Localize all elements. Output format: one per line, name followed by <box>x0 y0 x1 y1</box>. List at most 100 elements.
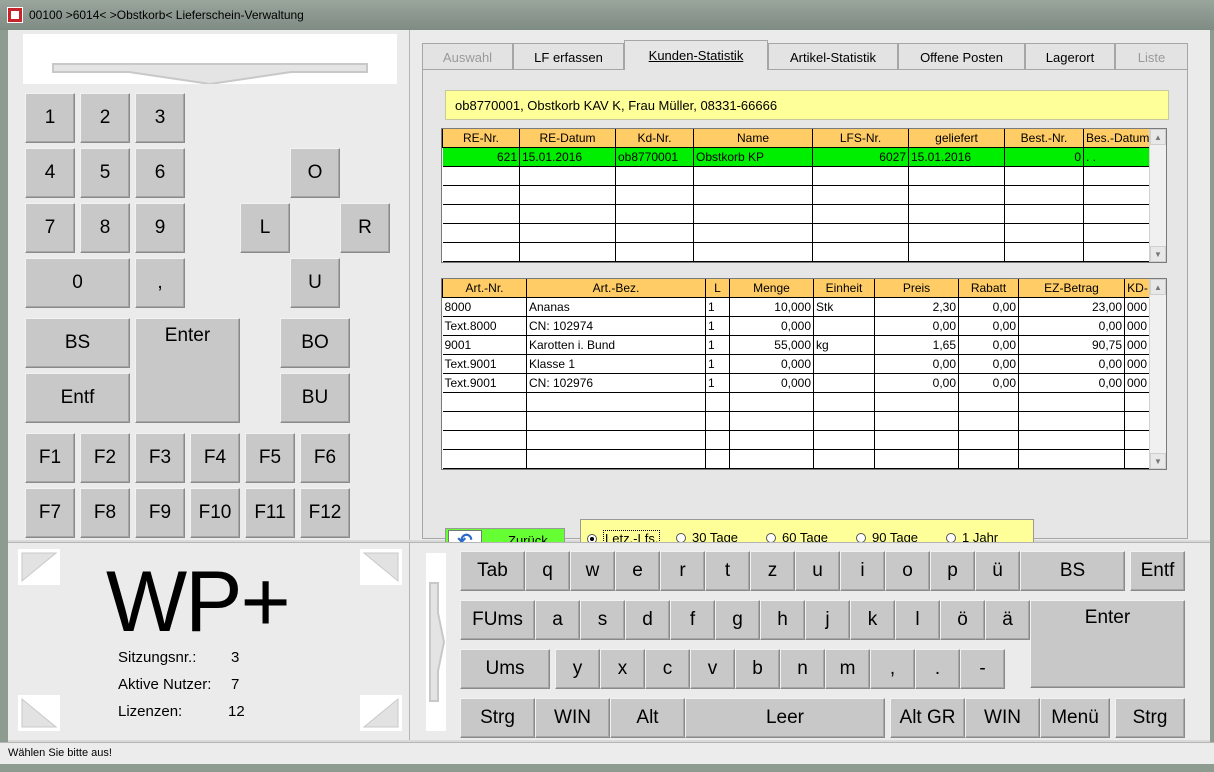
table-row[interactable]: Text.9001 Klasse 1 1 0,000 0,00 0,00 0,00 000 <box>442 354 1151 374</box>
scroll-up-icon[interactable]: ▲ <box>1150 129 1166 145</box>
key-x[interactable]: x <box>600 649 645 689</box>
key-q[interactable]: q <box>525 551 570 591</box>
key-bo[interactable]: BO <box>280 318 350 368</box>
invoice-grid[interactable]: RE-Nr. RE-Datum Kd-Nr. Name LFS-Nr. geliefert… <box>441 128 1167 263</box>
key-comma[interactable]: , <box>135 258 185 308</box>
tab-liste[interactable]: Liste <box>1115 43 1188 70</box>
article-column-header[interactable]: Rabatt <box>958 279 1019 298</box>
table-row[interactable] <box>442 242 1151 262</box>
key-9[interactable]: 9 <box>135 203 185 253</box>
table-row[interactable] <box>442 392 1151 412</box>
key-z[interactable]: z <box>750 551 795 591</box>
article-column-header[interactable]: L <box>705 279 730 298</box>
key-f[interactable]: f <box>670 600 715 640</box>
key-h[interactable]: h <box>760 600 805 640</box>
corner-top-right-icon[interactable] <box>360 549 402 585</box>
key-l[interactable]: L <box>240 203 290 253</box>
key-f7[interactable]: F7 <box>25 488 75 538</box>
key-strg-left[interactable]: Strg <box>460 698 535 738</box>
table-row[interactable] <box>442 185 1151 205</box>
key-o-letter[interactable]: o <box>885 551 930 591</box>
tab-artikel-statistik[interactable]: Artikel-Statistik <box>768 43 898 70</box>
invoice-column-header[interactable]: Kd-Nr. <box>615 129 694 148</box>
key-entf-kbd[interactable]: Entf <box>1130 551 1185 591</box>
corner-bottom-right-icon[interactable] <box>360 695 402 731</box>
key-u[interactable]: U <box>290 258 340 308</box>
key-space[interactable]: Leer <box>685 698 885 738</box>
key-a[interactable]: a <box>535 600 580 640</box>
invoice-column-header[interactable]: Bes.-Datum <box>1083 129 1151 148</box>
key-minus[interactable]: - <box>960 649 1005 689</box>
key-8[interactable]: 8 <box>80 203 130 253</box>
key-l-letter[interactable]: l <box>895 600 940 640</box>
key-backspace[interactable]: BS <box>25 318 130 368</box>
table-row[interactable]: 9001 Karotten i. Bund 1 55,000 kg 1,65 0,00 90,… <box>442 335 1151 355</box>
corner-top-left-icon[interactable] <box>18 549 60 585</box>
key-f12[interactable]: F12 <box>300 488 350 538</box>
key-3[interactable]: 3 <box>135 93 185 143</box>
key-g[interactable]: g <box>715 600 760 640</box>
key-f8[interactable]: F8 <box>80 488 130 538</box>
table-row[interactable]: Text.8000 CN: 102974 1 0,000 0,00 0,00 0,00 000 <box>442 316 1151 336</box>
article-column-header[interactable]: EZ-Betrag <box>1018 279 1125 298</box>
invoice-grid-scrollbar[interactable]: ▲ ▼ <box>1149 129 1166 262</box>
key-comma-kbd[interactable]: , <box>870 649 915 689</box>
scroll-down-icon[interactable]: ▼ <box>1150 453 1166 469</box>
key-e[interactable]: e <box>615 551 660 591</box>
key-v[interactable]: v <box>690 649 735 689</box>
key-r-letter[interactable]: r <box>660 551 705 591</box>
key-f6[interactable]: F6 <box>300 433 350 483</box>
key-menu[interactable]: Menü <box>1040 698 1110 738</box>
scroll-down-icon[interactable]: ▼ <box>1150 246 1166 262</box>
key-n[interactable]: n <box>780 649 825 689</box>
key-win-left[interactable]: WIN <box>535 698 610 738</box>
article-grid[interactable]: Art.-Nr. Art.-Bez. L Menge Einheit Preis Rabat… <box>441 278 1167 470</box>
key-k[interactable]: k <box>850 600 895 640</box>
key-u-letter[interactable]: u <box>795 551 840 591</box>
key-alt[interactable]: Alt <box>610 698 685 738</box>
key-2[interactable]: 2 <box>80 93 130 143</box>
key-win-right[interactable]: WIN <box>965 698 1040 738</box>
article-column-header[interactable]: Preis <box>874 279 959 298</box>
table-row[interactable] <box>442 430 1151 450</box>
key-ue[interactable]: ü <box>975 551 1020 591</box>
key-1[interactable]: 1 <box>25 93 75 143</box>
key-f10[interactable]: F10 <box>190 488 240 538</box>
table-row[interactable] <box>442 166 1151 186</box>
key-f3[interactable]: F3 <box>135 433 185 483</box>
key-o[interactable]: O <box>290 148 340 198</box>
down-arrow-icon[interactable] <box>23 34 397 86</box>
key-s[interactable]: s <box>580 600 625 640</box>
key-f11[interactable]: F11 <box>245 488 295 538</box>
key-f9[interactable]: F9 <box>135 488 185 538</box>
key-period[interactable]: . <box>915 649 960 689</box>
right-arrow-icon[interactable] <box>426 553 446 731</box>
article-column-header[interactable]: Menge <box>729 279 814 298</box>
key-f4[interactable]: F4 <box>190 433 240 483</box>
table-row[interactable] <box>442 449 1151 469</box>
key-f2[interactable]: F2 <box>80 433 130 483</box>
key-backspace-kbd[interactable]: BS <box>1020 551 1125 591</box>
key-bu[interactable]: BU <box>280 373 350 423</box>
invoice-column-header[interactable]: RE-Nr. <box>442 129 520 148</box>
key-b[interactable]: b <box>735 649 780 689</box>
key-tab[interactable]: Tab <box>460 551 525 591</box>
article-column-header[interactable]: Art.-Bez. <box>526 279 706 298</box>
article-column-header[interactable]: KD- <box>1124 279 1151 298</box>
key-4[interactable]: 4 <box>25 148 75 198</box>
tab-kunden-statistik[interactable]: Kunden-Statistik <box>624 40 768 70</box>
table-row[interactable]: 8000 Ananas 1 10,000 Stk 2,30 0,00 23,00 000 <box>442 297 1151 317</box>
key-m[interactable]: m <box>825 649 870 689</box>
table-row[interactable] <box>442 223 1151 243</box>
key-fums[interactable]: FUms <box>460 600 535 640</box>
key-7[interactable]: 7 <box>25 203 75 253</box>
invoice-column-header[interactable]: LFS-Nr. <box>812 129 909 148</box>
key-entf[interactable]: Entf <box>25 373 130 423</box>
key-enter-kbd[interactable]: Enter <box>1030 600 1185 688</box>
tab-lf-erfassen[interactable]: LF erfassen <box>513 43 624 70</box>
key-5[interactable]: 5 <box>80 148 130 198</box>
tab-offene-posten[interactable]: Offene Posten <box>898 43 1025 70</box>
key-y[interactable]: y <box>555 649 600 689</box>
corner-bottom-left-icon[interactable] <box>18 695 60 731</box>
key-ae[interactable]: ä <box>985 600 1030 640</box>
